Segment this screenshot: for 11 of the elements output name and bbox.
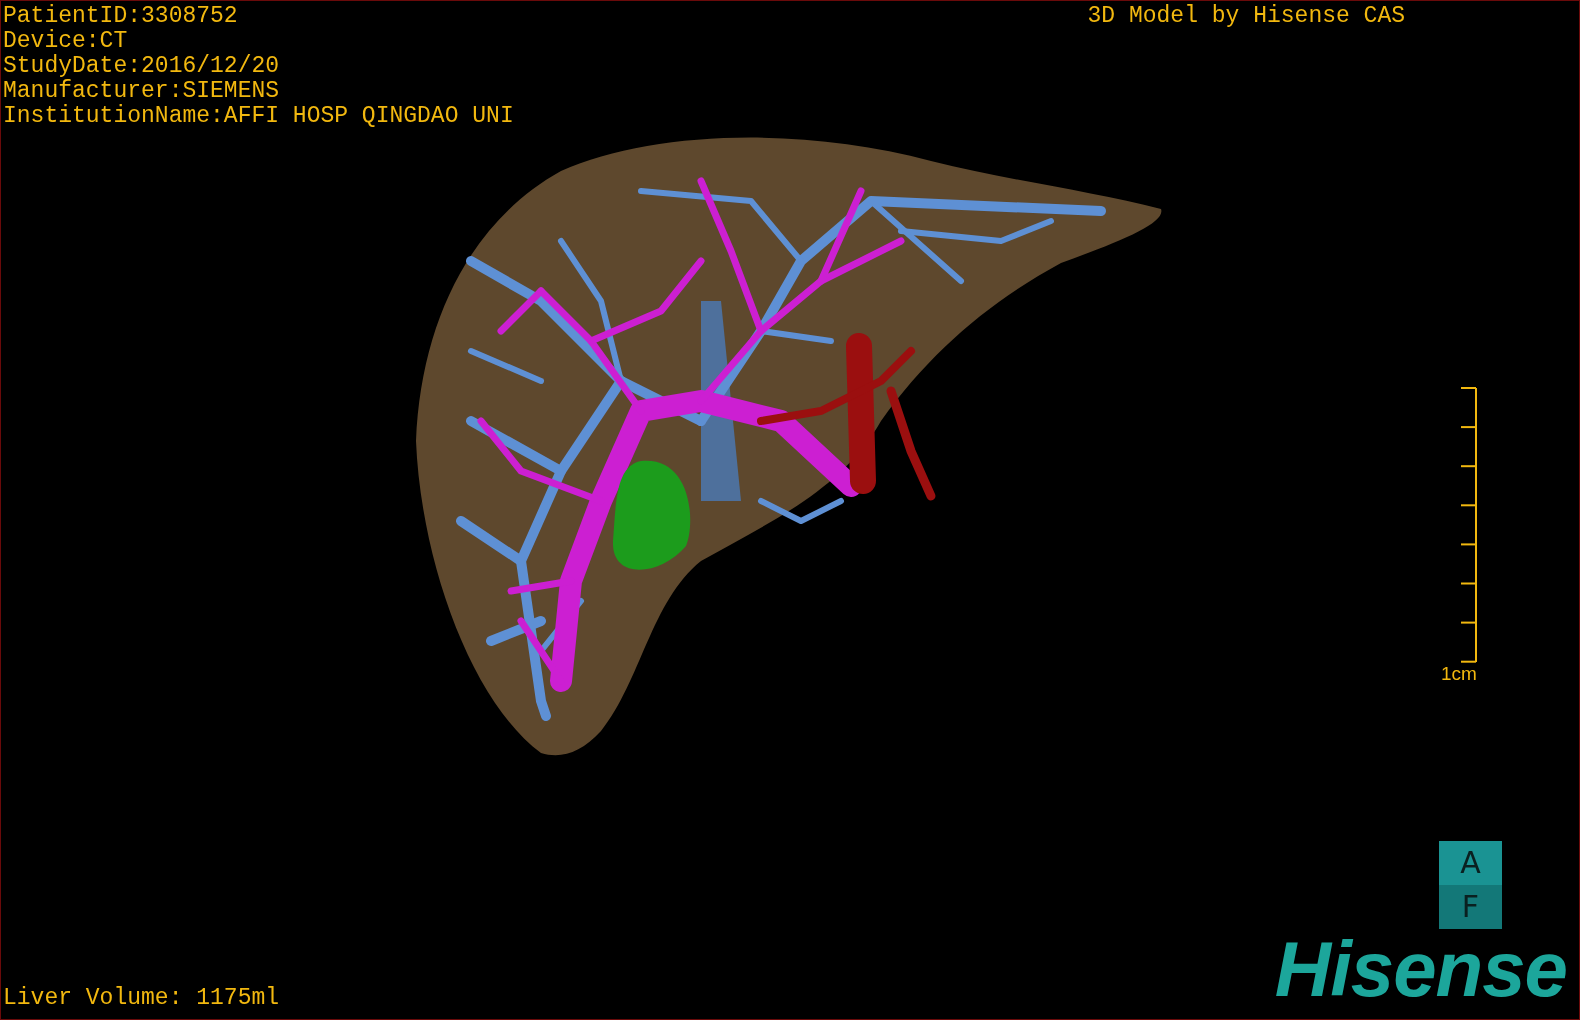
brand-logo: Hisense: [1274, 933, 1567, 1005]
orientation-face[interactable]: A: [1439, 841, 1502, 885]
scale-label: 1cm: [1441, 664, 1477, 684]
info-line: Manufacturer:SIEMENS: [3, 79, 281, 104]
info-line: StudyDate:2016/12/20: [3, 54, 281, 79]
orientation-face[interactable]: F: [1439, 885, 1502, 929]
info-line: Device:CT: [3, 29, 129, 54]
info-line: InstitutionName:AFFI HOSP QINGDAO UNI: [3, 104, 514, 129]
liver-volume-text: Liver Volume: 1175ml: [3, 986, 280, 1011]
title-text: 3D Model by Hisense CAS: [1087, 4, 1405, 29]
info-line: PatientID:3308752: [3, 4, 239, 29]
